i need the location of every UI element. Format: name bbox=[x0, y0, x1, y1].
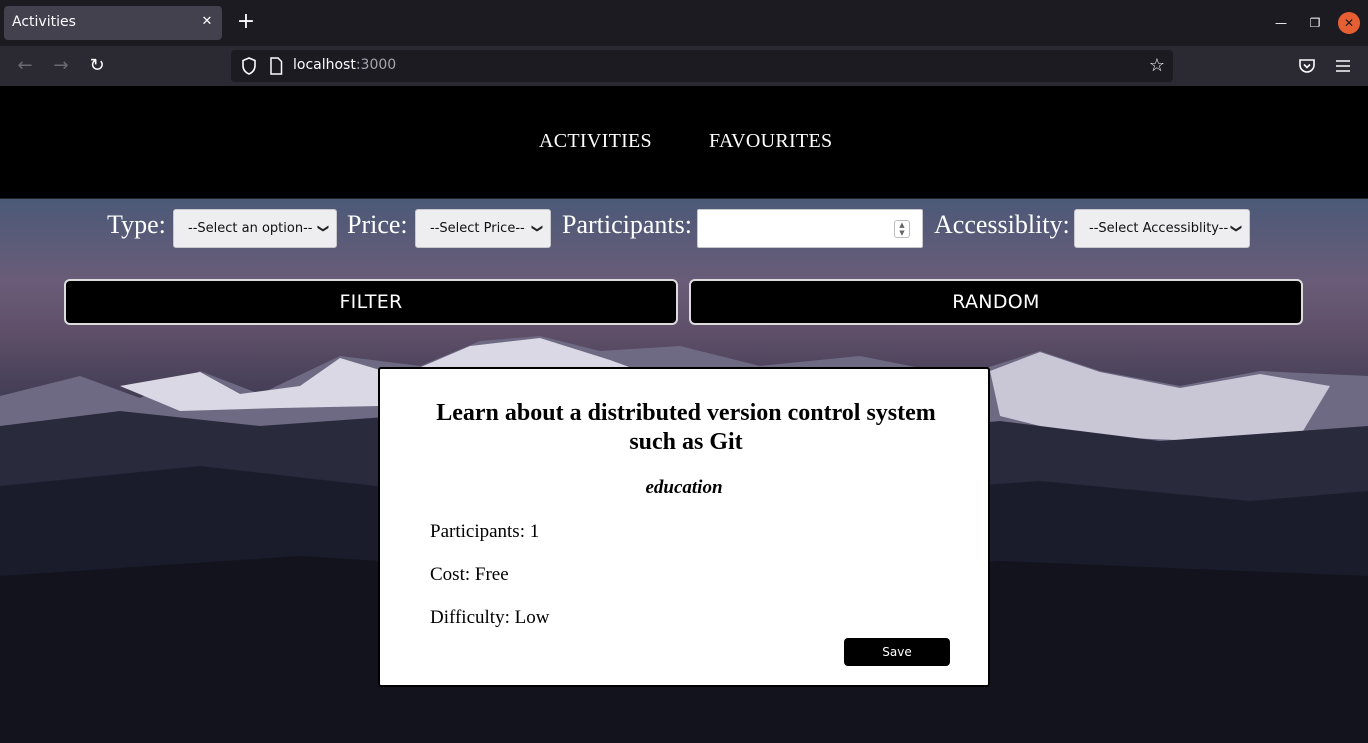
url-text: localhost:3000 bbox=[293, 57, 397, 73]
save-button[interactable]: Save bbox=[844, 638, 950, 666]
activity-difficulty: Difficulty: Low bbox=[430, 607, 550, 628]
activity-type: education bbox=[645, 477, 723, 498]
chevron-down-icon: ❯ bbox=[1229, 223, 1243, 234]
browser-nav-bar: ← → ↻ localhost:3000 ☆ bbox=[0, 46, 1368, 86]
random-button[interactable]: RANDOM bbox=[689, 279, 1303, 325]
menu-icon[interactable] bbox=[1335, 58, 1351, 74]
url-bar[interactable]: localhost:3000 ☆ bbox=[231, 50, 1173, 82]
restore-icon[interactable]: ❐ bbox=[1304, 12, 1326, 34]
nav-link-favourites[interactable]: FAVOURITES bbox=[709, 130, 832, 153]
number-spinner-icon[interactable]: ▲ ▼ bbox=[894, 220, 910, 238]
new-tab-icon[interactable]: + bbox=[234, 10, 258, 34]
bookmark-star-icon[interactable]: ☆ bbox=[1149, 55, 1165, 76]
accessibility-label: Accessiblity: bbox=[934, 210, 1070, 239]
minimize-icon[interactable]: — bbox=[1270, 12, 1292, 34]
browser-tab[interactable]: Activities ✕ bbox=[4, 6, 222, 40]
nav-link-activities[interactable]: ACTIVITIES bbox=[539, 130, 652, 153]
pocket-icon[interactable] bbox=[1298, 57, 1316, 75]
forward-icon[interactable]: → bbox=[49, 54, 73, 78]
chevron-down-icon: ❯ bbox=[316, 223, 330, 234]
tab-title: Activities bbox=[12, 14, 76, 30]
type-label: Type: bbox=[107, 210, 166, 239]
chevron-down-icon: ❯ bbox=[530, 223, 544, 234]
browser-tab-bar: Activities ✕ + — ❐ ✕ bbox=[0, 0, 1368, 46]
site-header: ACTIVITIES FAVOURITES bbox=[0, 86, 1368, 199]
window-close-icon[interactable]: ✕ bbox=[1338, 12, 1360, 34]
activity-title: Learn about a distributed version contro… bbox=[436, 400, 936, 455]
accessibility-select-value: --Select Accessiblity-- bbox=[1089, 221, 1229, 236]
reload-icon[interactable]: ↻ bbox=[85, 54, 109, 78]
activity-participants: Participants: 1 bbox=[430, 521, 540, 542]
price-label: Price: bbox=[347, 210, 408, 239]
back-icon[interactable]: ← bbox=[13, 54, 37, 78]
type-select[interactable]: --Select an option-- ❯ bbox=[173, 209, 337, 248]
filter-button[interactable]: FILTER bbox=[64, 279, 678, 325]
page-icon bbox=[270, 57, 283, 75]
participants-input[interactable]: ▲ ▼ bbox=[697, 209, 923, 248]
activity-cost: Cost: Free bbox=[430, 564, 509, 585]
activity-card: Learn about a distributed version contro… bbox=[378, 367, 990, 687]
participants-label: Participants: bbox=[562, 210, 692, 239]
price-select-value: --Select Price-- bbox=[430, 221, 525, 236]
accessibility-select[interactable]: --Select Accessiblity-- ❯ bbox=[1074, 209, 1250, 248]
shield-icon bbox=[242, 57, 256, 75]
type-select-value: --Select an option-- bbox=[188, 221, 313, 236]
page-content: ACTIVITIES FAVOURITES Type: --Select an … bbox=[0, 86, 1368, 743]
tab-close-icon[interactable]: ✕ bbox=[198, 13, 216, 31]
price-select[interactable]: --Select Price-- ❯ bbox=[415, 209, 551, 248]
